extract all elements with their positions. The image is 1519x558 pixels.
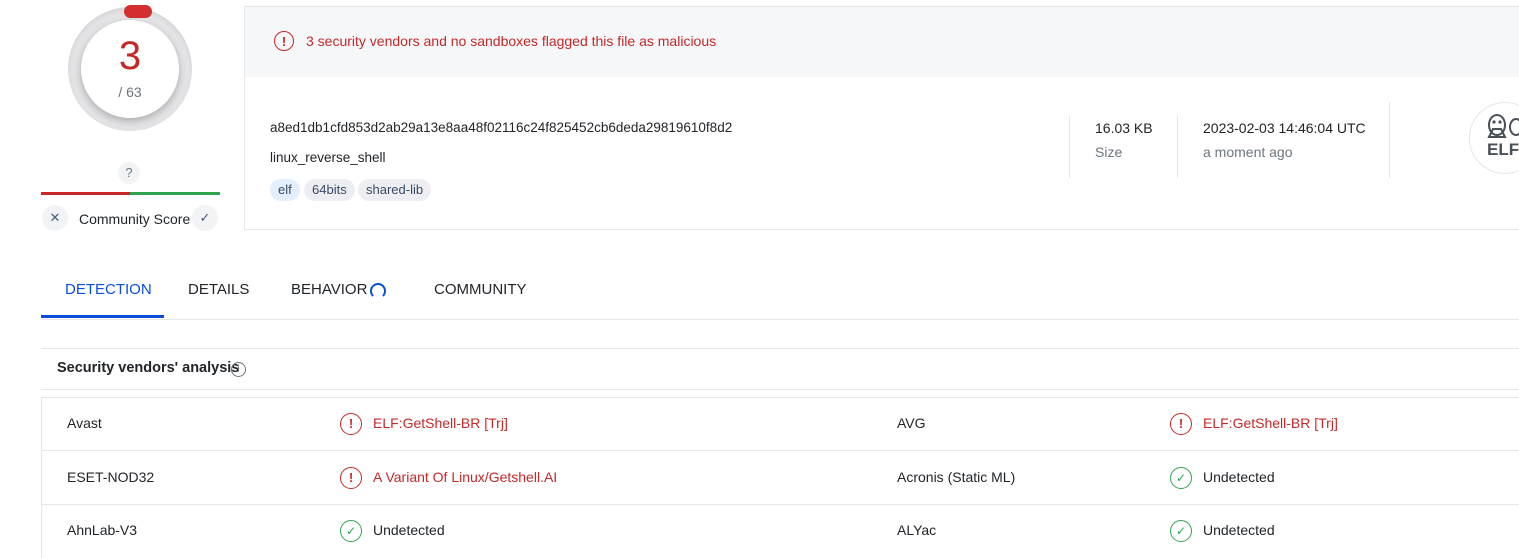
divider <box>1389 102 1390 178</box>
detection-result: ELF:GetShell-BR [Trj] <box>1203 415 1338 431</box>
active-tab-indicator <box>41 315 164 318</box>
detection-count: 3 <box>118 34 142 78</box>
vendor-name: ALYac <box>897 522 937 538</box>
vendor-name: AhnLab-V3 <box>67 522 138 538</box>
vendor-name: Acronis (Static ML) <box>897 469 1016 485</box>
file-size-value: 16.03 KB <box>1095 120 1153 136</box>
engine-total: / 63 <box>118 84 142 100</box>
table-row-divider <box>42 504 1519 505</box>
alert-message: 3 security vendors and no sandboxes flag… <box>306 33 717 49</box>
close-icon: ✕ <box>49 210 61 225</box>
divider <box>1069 116 1070 178</box>
undetected-check-icon: ✓ <box>340 520 362 542</box>
table-row-divider <box>42 450 1519 451</box>
detection-result: Undetected <box>373 522 445 538</box>
check-icon: ✓ <box>199 210 211 225</box>
file-type-label: ELF <box>1487 140 1519 159</box>
community-score-value: ? <box>118 162 140 184</box>
tabs-divider <box>41 319 1519 320</box>
detection-result: A Variant Of Linux/Getshell.AI <box>373 469 558 485</box>
community-score-label: Community Score <box>79 211 191 227</box>
vote-harmless-button[interactable]: ✓ <box>192 205 218 231</box>
score-gauge-detection-arc <box>124 5 152 18</box>
detection-result: Undetected <box>1203 522 1275 538</box>
divider <box>41 348 1519 349</box>
loading-spinner-icon <box>370 283 386 299</box>
tab-detection[interactable]: DETECTION <box>65 281 152 298</box>
undetected-check-icon: ✓ <box>1170 467 1192 489</box>
section-title: Security vendors' analysis <box>57 360 240 376</box>
file-hash[interactable]: a8ed1db1cfd853d2ab29a13e8aa48f02116c24f8… <box>270 120 732 135</box>
analysis-date-value: 2023-02-03 14:46:04 UTC <box>1203 120 1366 136</box>
file-size-label: Size <box>1095 144 1123 160</box>
analysis-date-relative: a moment ago <box>1203 144 1293 160</box>
tab-behavior[interactable]: BEHAVIOR <box>291 281 367 298</box>
tab-details[interactable]: DETAILS <box>188 281 249 298</box>
malicious-icon: ! <box>340 467 362 489</box>
tag-shared-lib[interactable]: shared-lib <box>358 179 432 201</box>
vendor-name: ESET-NOD32 <box>67 469 155 485</box>
community-score-bar-negative <box>41 192 130 195</box>
file-name: linux_reverse_shell <box>270 150 386 165</box>
divider <box>41 389 1519 390</box>
vendor-name: Avast <box>67 415 102 431</box>
malicious-icon: ! <box>340 413 362 435</box>
alert-icon: ! <box>274 31 294 51</box>
undetected-check-icon: ✓ <box>1170 520 1192 542</box>
tag-64bits[interactable]: 64bits <box>304 179 355 201</box>
vendor-name: AVG <box>897 415 926 431</box>
vote-harmful-button[interactable]: ✕ <box>42 205 68 231</box>
community-score-bar-positive <box>130 192 220 195</box>
divider <box>1177 116 1178 178</box>
info-icon[interactable]: i <box>231 362 246 377</box>
tab-community[interactable]: COMMUNITY <box>434 281 527 298</box>
detection-result: ELF:GetShell-BR [Trj] <box>373 415 508 431</box>
tag-elf[interactable]: elf <box>270 179 300 201</box>
detection-result: Undetected <box>1203 469 1275 485</box>
malicious-icon: ! <box>1170 413 1192 435</box>
